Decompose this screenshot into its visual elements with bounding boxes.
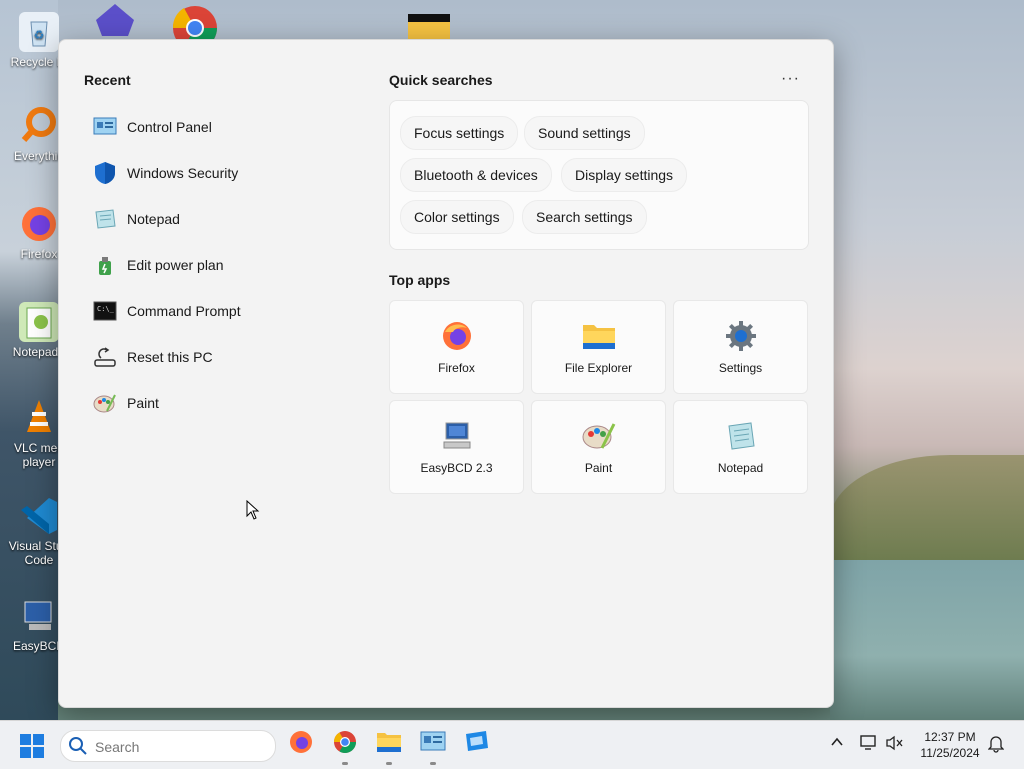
- vscode-icon: [19, 496, 59, 536]
- recent-item-control-panel[interactable]: Control Panel: [85, 104, 345, 150]
- taskbar-search-box[interactable]: [60, 730, 276, 762]
- magnifier-icon: [19, 106, 59, 146]
- top-app-label: Firefox: [438, 361, 475, 375]
- top-app-paint[interactable]: Paint: [531, 400, 666, 494]
- clock-date: 11/25/2024: [920, 746, 980, 760]
- paint-icon: [93, 391, 117, 415]
- recent-item-label: Control Panel: [127, 119, 212, 135]
- recent-item-label: Windows Security: [127, 165, 239, 181]
- quick-search-sound-settings[interactable]: Sound settings: [524, 116, 645, 150]
- easybcd-icon: [440, 419, 474, 453]
- reset-icon: [93, 345, 117, 369]
- recent-item-reset-this-pc[interactable]: Reset this PC: [85, 334, 345, 380]
- recycle-bin-icon: ♻: [19, 12, 59, 52]
- taskbar-chrome[interactable]: [331, 730, 359, 765]
- taskbar-control-panel[interactable]: [419, 730, 447, 765]
- control-panel-icon: [420, 731, 446, 758]
- network-icon[interactable]: [860, 735, 878, 754]
- recent-item-label: Notepad: [127, 211, 180, 227]
- notepad-plus-icon: [19, 302, 59, 342]
- search-icon: [68, 736, 88, 761]
- top-app-label: Paint: [584, 461, 613, 475]
- desktop-icon-ship[interactable]: [92, 0, 138, 40]
- quick-search-focus-settings[interactable]: Focus settings: [400, 116, 519, 150]
- gear-icon: [724, 319, 758, 353]
- firefox-icon: [289, 730, 313, 759]
- recent-item-paint[interactable]: Paint: [85, 380, 345, 426]
- remote-desktop-icon: [464, 730, 490, 759]
- wallpaper-hill: [830, 455, 1024, 565]
- quick-searches-title: Quick searches: [389, 72, 493, 88]
- top-app-file-explorer[interactable]: File Explorer: [531, 300, 666, 394]
- recent-item-edit-power-plan[interactable]: Edit power plan: [85, 242, 345, 288]
- recent-item-windows-security[interactable]: Windows Security: [85, 150, 345, 196]
- svg-text:C:\_: C:\_: [97, 305, 115, 313]
- recent-item-command-prompt[interactable]: C:\_ Command Prompt: [85, 288, 345, 334]
- top-app-settings[interactable]: Settings: [673, 300, 808, 394]
- quick-search-bluetooth-devices[interactable]: Bluetooth & devices: [400, 158, 552, 192]
- folder-icon: [376, 731, 402, 758]
- power-plan-icon: [93, 253, 117, 277]
- wallpaper-lake: [830, 560, 1024, 720]
- running-indicator: [342, 762, 348, 765]
- notepad-icon: [724, 419, 758, 453]
- paint-icon: [582, 419, 616, 453]
- recent-item-notepad[interactable]: Notepad: [85, 196, 345, 242]
- search-input[interactable]: [93, 736, 267, 758]
- terminal-icon: C:\_: [93, 299, 117, 323]
- desktop-icon-chrome[interactable]: [172, 0, 218, 50]
- top-app-label: Settings: [718, 361, 763, 375]
- top-app-label: EasyBCD 2.3: [420, 461, 493, 475]
- recent-item-label: Command Prompt: [127, 303, 241, 319]
- firefox-icon: [19, 204, 59, 244]
- top-app-firefox[interactable]: Firefox: [389, 300, 524, 394]
- top-app-label: Notepad: [717, 461, 764, 475]
- easybcd-icon: [19, 596, 59, 636]
- quick-search-color-settings[interactable]: Color settings: [400, 200, 514, 234]
- show-hidden-icons-chevron-icon[interactable]: [830, 735, 844, 752]
- start-search-panel: Recent Control Panel Windows Security No…: [58, 39, 834, 708]
- desktop-icon-folder[interactable]: [406, 0, 452, 40]
- notepad-icon: [93, 207, 117, 231]
- taskbar: 12:37 PM 11/25/2024: [0, 720, 1024, 769]
- svg-text:♻: ♻: [34, 28, 45, 42]
- top-app-easybcd[interactable]: EasyBCD 2.3: [389, 400, 524, 494]
- clock-time: 12:37 PM: [924, 730, 976, 744]
- chrome-icon: [333, 730, 357, 759]
- firefox-icon: [440, 319, 474, 353]
- recent-item-label: Reset this PC: [127, 349, 213, 365]
- quick-search-display-settings[interactable]: Display settings: [561, 158, 688, 192]
- taskbar-clock[interactable]: 12:37 PM 11/25/2024: [914, 729, 986, 761]
- control-panel-icon: [93, 115, 117, 139]
- quick-search-search-settings[interactable]: Search settings: [522, 200, 647, 234]
- recent-list: Control Panel Windows Security Notepad E…: [85, 104, 345, 426]
- volume-muted-icon[interactable]: [886, 735, 904, 754]
- recent-item-label: Paint: [127, 395, 159, 411]
- more-options-icon[interactable]: ···: [781, 70, 800, 88]
- top-app-notepad[interactable]: Notepad: [673, 400, 808, 494]
- top-app-label: File Explorer: [564, 361, 633, 375]
- folder-icon: [582, 319, 616, 353]
- recent-item-label: Edit power plan: [127, 257, 224, 273]
- quick-searches-box: Focus settings Sound settings Bluetooth …: [389, 100, 809, 250]
- taskbar-remote-app[interactable]: [463, 730, 491, 758]
- windows-start-icon[interactable]: [20, 734, 44, 758]
- vlc-cone-icon: [19, 398, 59, 438]
- running-indicator: [430, 762, 436, 765]
- taskbar-file-explorer[interactable]: [375, 730, 403, 765]
- shield-icon: [93, 161, 117, 185]
- notification-bell-icon[interactable]: [987, 735, 1005, 756]
- mouse-cursor-icon: [246, 499, 260, 525]
- running-indicator: [386, 762, 392, 765]
- recent-title: Recent: [84, 72, 131, 88]
- taskbar-firefox[interactable]: [287, 730, 315, 758]
- top-apps-title: Top apps: [389, 272, 451, 288]
